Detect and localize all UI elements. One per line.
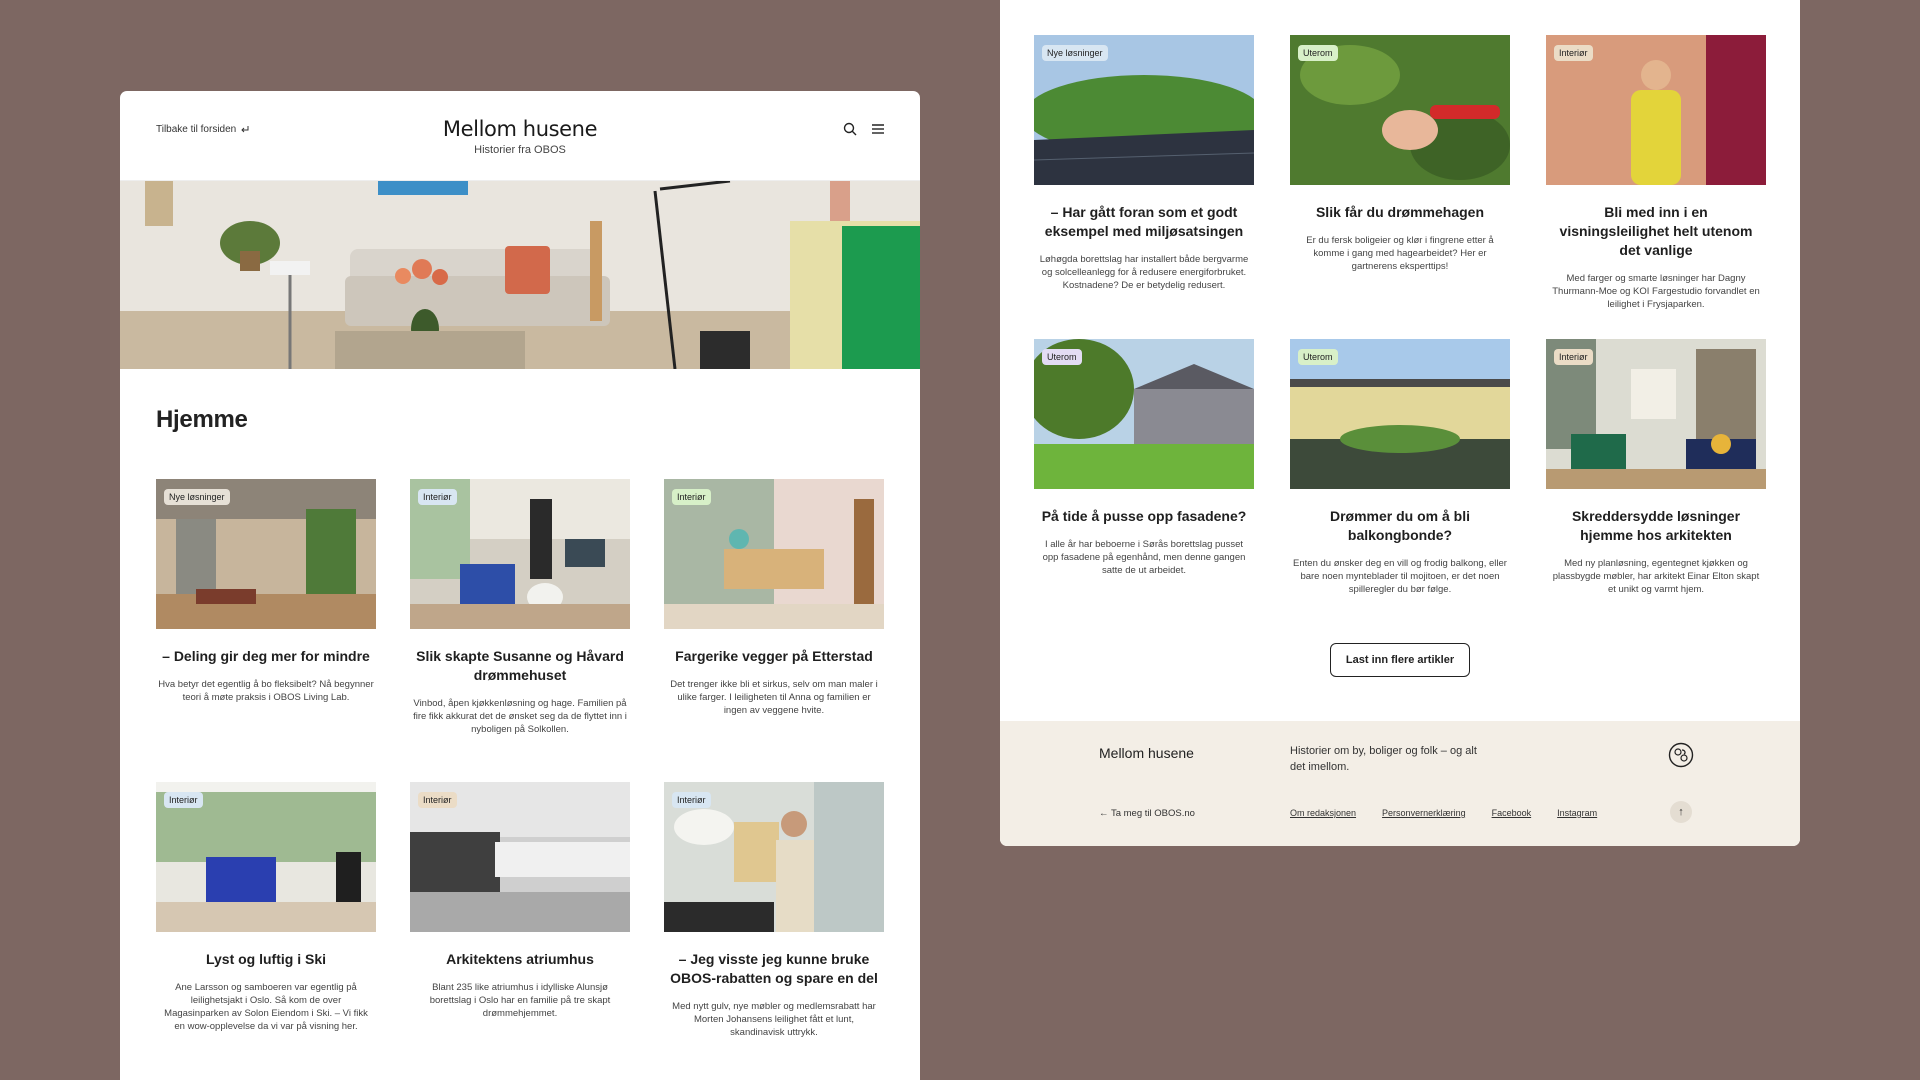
load-more-button[interactable]: Last inn flere artikler bbox=[1330, 643, 1470, 677]
article-description: Med nytt gulv, nye møbler og medlemsraba… bbox=[672, 1001, 876, 1038]
footer-link-instagram[interactable]: Instagram bbox=[1557, 808, 1597, 818]
site-title[interactable]: Mellom husene bbox=[120, 117, 920, 141]
scroll-to-top-button[interactable]: ↑ bbox=[1670, 801, 1692, 823]
footer-links: Om redaksjonen Personvernerklæring Faceb… bbox=[1290, 808, 1597, 818]
left-page-panel: Tilbake til forsiden Mellom husene Histo… bbox=[120, 91, 920, 1080]
brand-block: Mellom husene Historier fra OBOS bbox=[120, 117, 920, 156]
site-footer: Mellom husene Historier om by, boliger o… bbox=[1000, 721, 1800, 846]
article-thumbnail[interactable]: Uterom bbox=[1034, 339, 1254, 489]
category-tag: Uterom bbox=[1042, 349, 1082, 365]
article-thumbnail[interactable]: Uterom bbox=[1290, 339, 1510, 489]
obos-link[interactable]: ← Ta meg til OBOS.no bbox=[1099, 808, 1195, 819]
article-card[interactable]: Interiør Fargerike vegger på Etterstad D… bbox=[664, 479, 884, 717]
article-card[interactable]: Interiør Lyst og luftig i Ski Ane Larsso… bbox=[156, 782, 376, 1033]
article-thumbnail[interactable]: Nye løsninger bbox=[1034, 35, 1254, 185]
article-title[interactable]: – Deling gir deg mer for mindre bbox=[156, 647, 376, 666]
article-description: Hva betyr det egentlig å bo fleksibelt? … bbox=[158, 679, 374, 703]
article-title[interactable]: – Har gått foran som et godt eksempel me… bbox=[1034, 203, 1254, 241]
article-title[interactable]: Slik skapte Susanne og Håvard drømmehuse… bbox=[410, 647, 630, 685]
article-description: Vinbod, åpen kjøkkenløsning og hage. Fam… bbox=[413, 698, 627, 735]
article-description: Det trenger ikke bli et sirkus, selv om … bbox=[670, 679, 878, 716]
article-title[interactable]: Drømmer du om å bli balkongbonde? bbox=[1290, 507, 1510, 545]
living-room-illustration bbox=[120, 181, 920, 369]
site-header: Tilbake til forsiden Mellom husene Histo… bbox=[120, 91, 920, 181]
article-title[interactable]: Fargerike vegger på Etterstad bbox=[664, 647, 884, 666]
article-card[interactable]: Interiør Slik skapte Susanne og Håvard d… bbox=[410, 479, 630, 736]
article-thumbnail[interactable]: Interiør bbox=[1546, 35, 1766, 185]
article-card[interactable]: Nye løsninger – Har gått foran som et go… bbox=[1034, 35, 1254, 292]
article-thumbnail[interactable]: Interiør bbox=[664, 782, 884, 932]
obos-logo-icon bbox=[1668, 742, 1694, 768]
article-title[interactable]: Arkitektens atriumhus bbox=[410, 950, 630, 969]
article-description: Enten du ønsker deg en vill og frodig ba… bbox=[1293, 558, 1507, 595]
header-icons bbox=[842, 121, 886, 137]
category-tag: Nye løsninger bbox=[1042, 45, 1108, 61]
article-card[interactable]: Interiør Skreddersydde løsninger hjemme … bbox=[1546, 339, 1766, 596]
category-tag: Interiør bbox=[672, 489, 711, 505]
article-card[interactable]: Interiør – Jeg visste jeg kunne bruke OB… bbox=[664, 782, 884, 1039]
article-card[interactable]: Uterom På tide å pusse opp fasadene? I a… bbox=[1034, 339, 1254, 577]
arrow-up-icon: ↑ bbox=[1678, 806, 1684, 818]
footer-link-facebook[interactable]: Facebook bbox=[1492, 808, 1532, 818]
article-thumbnail[interactable]: Nye løsninger bbox=[156, 479, 376, 629]
article-card[interactable]: Uterom Slik får du drømmehagen Er du fer… bbox=[1290, 35, 1510, 273]
article-title[interactable]: Slik får du drømmehagen bbox=[1290, 203, 1510, 222]
footer-brand[interactable]: Mellom husene bbox=[1099, 745, 1194, 761]
right-page-panel: Nye løsninger – Har gått foran som et go… bbox=[1000, 0, 1800, 846]
article-thumbnail[interactable]: Interiør bbox=[1546, 339, 1766, 489]
article-card[interactable]: Uterom Drømmer du om å bli balkongbonde?… bbox=[1290, 339, 1510, 596]
footer-tagline: Historier om by, boliger og folk – og al… bbox=[1290, 745, 1477, 773]
menu-icon[interactable] bbox=[870, 121, 886, 137]
category-tag: Uterom bbox=[1298, 349, 1338, 365]
article-description: Med farger og smarte løsninger har Dagny… bbox=[1552, 273, 1760, 310]
article-title[interactable]: Skreddersydde løsninger hjemme hos arkit… bbox=[1546, 507, 1766, 545]
category-tag: Interiør bbox=[164, 792, 203, 808]
category-tag: Interiør bbox=[418, 792, 457, 808]
article-title[interactable]: Bli med inn i en visningsleilighet helt … bbox=[1546, 203, 1766, 260]
search-icon[interactable] bbox=[842, 121, 858, 137]
article-card[interactable]: Interiør Bli med inn i en visningsleilig… bbox=[1546, 35, 1766, 311]
category-tag: Nye løsninger bbox=[164, 489, 230, 505]
footer-link-about[interactable]: Om redaksjonen bbox=[1290, 808, 1356, 818]
article-description: Løhøgda borettslag har installert både b… bbox=[1039, 254, 1249, 291]
article-thumbnail[interactable]: Interiør bbox=[410, 782, 630, 932]
article-description: Ane Larsson og samboeren var egentlig på… bbox=[164, 982, 368, 1032]
category-tag: Interiør bbox=[672, 792, 711, 808]
article-title[interactable]: – Jeg visste jeg kunne bruke OBOS-rabatt… bbox=[664, 950, 884, 988]
article-card[interactable]: Nye løsninger – Deling gir deg mer for m… bbox=[156, 479, 376, 704]
article-description: Med ny planløsning, egentegnet kjøkken o… bbox=[1552, 558, 1760, 595]
footer-link-privacy[interactable]: Personvernerklæring bbox=[1382, 808, 1466, 818]
site-subtitle: Historier fra OBOS bbox=[474, 144, 566, 156]
section-title: Hjemme bbox=[156, 406, 248, 433]
category-tag: Uterom bbox=[1298, 45, 1338, 61]
article-thumbnail[interactable]: Uterom bbox=[1290, 35, 1510, 185]
category-tag: Interiør bbox=[1554, 349, 1593, 365]
article-description: I alle år har beboerne i Sørås borettsla… bbox=[1042, 539, 1246, 576]
article-description: Blant 235 like atriumhus i idylliske Alu… bbox=[429, 982, 611, 1019]
article-card[interactable]: Interiør Arkitektens atriumhus Blant 235… bbox=[410, 782, 630, 1020]
article-description: Er du fersk boligeier og klør i fingrene… bbox=[1306, 235, 1494, 272]
article-thumbnail[interactable]: Interiør bbox=[410, 479, 630, 629]
article-thumbnail[interactable]: Interiør bbox=[156, 782, 376, 932]
category-tag: Interiør bbox=[418, 489, 457, 505]
article-title[interactable]: Lyst og luftig i Ski bbox=[156, 950, 376, 969]
category-tag: Interiør bbox=[1554, 45, 1593, 61]
article-title[interactable]: På tide å pusse opp fasadene? bbox=[1034, 507, 1254, 526]
hero-image bbox=[120, 181, 920, 369]
article-thumbnail[interactable]: Interiør bbox=[664, 479, 884, 629]
